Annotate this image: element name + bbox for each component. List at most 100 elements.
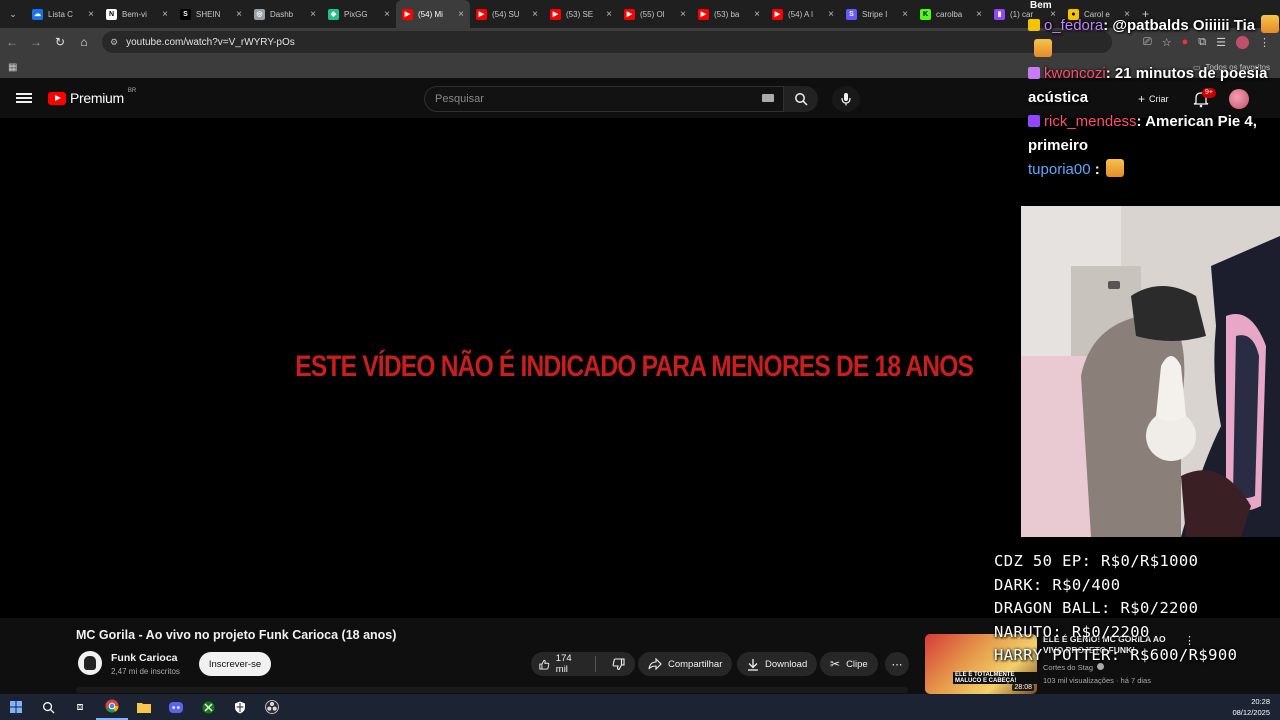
logo-text: Premium bbox=[70, 90, 124, 106]
xbox-icon[interactable] bbox=[192, 694, 224, 720]
description-box[interactable] bbox=[76, 687, 908, 693]
task-view-icon[interactable]: ⧈ bbox=[64, 694, 96, 720]
hamburger-menu-icon[interactable] bbox=[16, 91, 32, 107]
browser-tab[interactable]: S SHEIN × bbox=[174, 0, 248, 28]
search-icon bbox=[795, 93, 808, 106]
tab-close-icon[interactable]: × bbox=[680, 9, 686, 20]
reload-icon[interactable]: ↻ bbox=[48, 30, 72, 54]
site-info-icon[interactable]: ⚙ bbox=[110, 37, 118, 48]
download-button[interactable]: Download bbox=[737, 652, 818, 676]
thumbnail-caption: ELE É TOTALMENTE MALUCO E CABEÇA! bbox=[953, 672, 1037, 684]
chat-emote-icon bbox=[1105, 159, 1124, 177]
chat-badge-icon bbox=[1028, 19, 1040, 31]
chrome-icon[interactable] bbox=[96, 694, 128, 720]
tab-close-icon[interactable]: × bbox=[828, 9, 834, 20]
windows-taskbar: ⧈ 20:28 08/12/2025 bbox=[0, 694, 1280, 720]
browser-tab[interactable]: ▶ (55) Ol × bbox=[618, 0, 692, 28]
home-icon[interactable]: ⌂ bbox=[72, 30, 96, 54]
tab-favicon-icon: K bbox=[920, 8, 931, 20]
webcam-feed bbox=[1021, 206, 1280, 537]
search-button[interactable] bbox=[784, 86, 818, 112]
tab-label: carolba bbox=[936, 9, 963, 19]
browser-tab[interactable]: Kcarolba × bbox=[914, 0, 988, 28]
browser-tab[interactable]: ▶ (53) ba × bbox=[692, 0, 766, 28]
browser-tab[interactable]: ▶ (54) SU × bbox=[470, 0, 544, 28]
tab-close-icon[interactable]: × bbox=[458, 9, 464, 20]
browser-tab[interactable]: ▶ (54) A l × bbox=[766, 0, 840, 28]
keyboard-icon[interactable] bbox=[762, 94, 774, 102]
chat-message: o_fedora: @patbalds Oiiiiii Tia bbox=[1028, 14, 1280, 62]
tab-close-icon[interactable]: × bbox=[384, 9, 390, 20]
clip-label: Clipe bbox=[846, 658, 868, 670]
channel-avatar[interactable] bbox=[78, 651, 102, 675]
like-count: 174 mil bbox=[555, 653, 572, 675]
tab-favicon-icon: S bbox=[180, 8, 191, 20]
security-icon[interactable] bbox=[224, 694, 256, 720]
tab-close-icon[interactable]: × bbox=[754, 9, 760, 20]
tab-label: (54) SU bbox=[492, 9, 520, 19]
tab-close-icon[interactable]: × bbox=[532, 9, 538, 20]
chat-message: tuporia00 : bbox=[1028, 158, 1280, 182]
search-input[interactable]: Pesquisar bbox=[424, 86, 784, 112]
chat-emote-icon bbox=[1261, 15, 1280, 33]
discord-icon[interactable] bbox=[160, 694, 192, 720]
tab-list: ☁ Lista C × N Bem-vi × S SHEIN × ◎ Dashb × ◆ PixGG × ▶ (… bbox=[26, 0, 1136, 28]
browser-tab[interactable]: ◎ Dashb × bbox=[248, 0, 322, 28]
browser-tab[interactable]: ▶ (53) SE × bbox=[544, 0, 618, 28]
channel-subscribers: 2,47 mi de inscritos bbox=[111, 667, 180, 676]
channel-name[interactable]: Funk Carioca bbox=[111, 652, 178, 664]
tab-favicon-icon: ◎ bbox=[254, 8, 265, 20]
start-icon[interactable] bbox=[0, 694, 32, 720]
screen: ⌄ ☁ Lista C × N Bem-vi × S SHEIN × ◎ Dashb × ◆ PixGG ×… bbox=[0, 0, 1280, 720]
tab-close-icon[interactable]: × bbox=[236, 9, 242, 20]
youtube-logo[interactable]: Premium BR bbox=[48, 88, 136, 106]
system-clock[interactable]: 20:28 08/12/2025 bbox=[1232, 696, 1270, 718]
tab-close-icon[interactable]: × bbox=[902, 9, 908, 20]
browser-tab[interactable]: ☁ Lista C × bbox=[26, 0, 100, 28]
obs-icon[interactable] bbox=[256, 694, 288, 720]
dislike-button[interactable] bbox=[602, 652, 635, 676]
donation-goal: CDZ 50 EP: R$0/R$1000 bbox=[994, 552, 1199, 570]
tab-close-icon[interactable]: × bbox=[606, 9, 612, 20]
donation-goals: CDZ 50 EP: R$0/R$1000 DARK: R$0/400 DRAGON… bbox=[994, 550, 1280, 668]
stream-chat-overlay: o_fedora: @patbalds Oiiiiii Tia kwoncozi:… bbox=[1028, 14, 1280, 182]
back-icon[interactable]: ← bbox=[0, 30, 24, 54]
subscribe-button[interactable]: Inscrever-se bbox=[199, 652, 271, 676]
address-bar[interactable]: ⚙ youtube.com/watch?v=V_rWYRY-pOs bbox=[102, 31, 1112, 53]
youtube-play-icon bbox=[48, 91, 66, 105]
tab-label: Bem-vi bbox=[122, 9, 147, 19]
like-button[interactable]: 174 mil bbox=[531, 652, 581, 676]
browser-tab[interactable]: S Stripe I × bbox=[840, 0, 914, 28]
video-duration: 28:08 bbox=[1012, 684, 1034, 691]
browser-tab[interactable]: ▶ (54) Mi × bbox=[396, 0, 470, 28]
clip-button[interactable]: ✂ Clipe bbox=[820, 652, 878, 676]
apps-grid-icon[interactable]: ▦ bbox=[8, 62, 17, 73]
tab-close-icon[interactable]: × bbox=[162, 9, 168, 20]
tab-label: SHEIN bbox=[196, 9, 221, 19]
voice-search-button[interactable] bbox=[832, 86, 860, 112]
file-explorer-icon[interactable] bbox=[128, 694, 160, 720]
tab-close-icon[interactable]: × bbox=[310, 9, 316, 20]
tab-close-icon[interactable]: × bbox=[88, 9, 94, 20]
tab-favicon-icon: ▶ bbox=[550, 8, 561, 20]
forward-icon[interactable]: → bbox=[24, 30, 48, 54]
tab-close-icon[interactable]: × bbox=[976, 9, 982, 20]
tab-label: (53) ba bbox=[714, 9, 740, 19]
share-button[interactable]: Compartilhar bbox=[638, 652, 733, 676]
like-divider bbox=[595, 656, 596, 672]
tab-search-icon[interactable]: ⌄ bbox=[0, 0, 26, 28]
search-icon[interactable] bbox=[32, 694, 64, 720]
recommended-meta: 103 mil visualizações · há 7 dias bbox=[1043, 676, 1151, 685]
webcam-image bbox=[1021, 206, 1280, 537]
browser-tab[interactable]: N Bem-vi × bbox=[100, 0, 174, 28]
tab-favicon-icon: ▶ bbox=[476, 8, 487, 20]
browser-tab[interactable]: ◆ PixGG × bbox=[322, 0, 396, 28]
chat-username: kwoncozi bbox=[1044, 65, 1106, 82]
tab-label: Lista C bbox=[48, 9, 73, 19]
download-label: Download bbox=[765, 658, 808, 670]
tab-favicon-icon: ▶ bbox=[402, 8, 413, 20]
more-actions-button[interactable]: ⋯ bbox=[885, 652, 909, 676]
download-icon bbox=[748, 658, 758, 671]
chat-cut-off-text: Bem bbox=[1030, 0, 1052, 11]
age-warning-text: ESTE VÍDEO NÃO É INDICADO PARA MENORES D… bbox=[295, 350, 974, 383]
